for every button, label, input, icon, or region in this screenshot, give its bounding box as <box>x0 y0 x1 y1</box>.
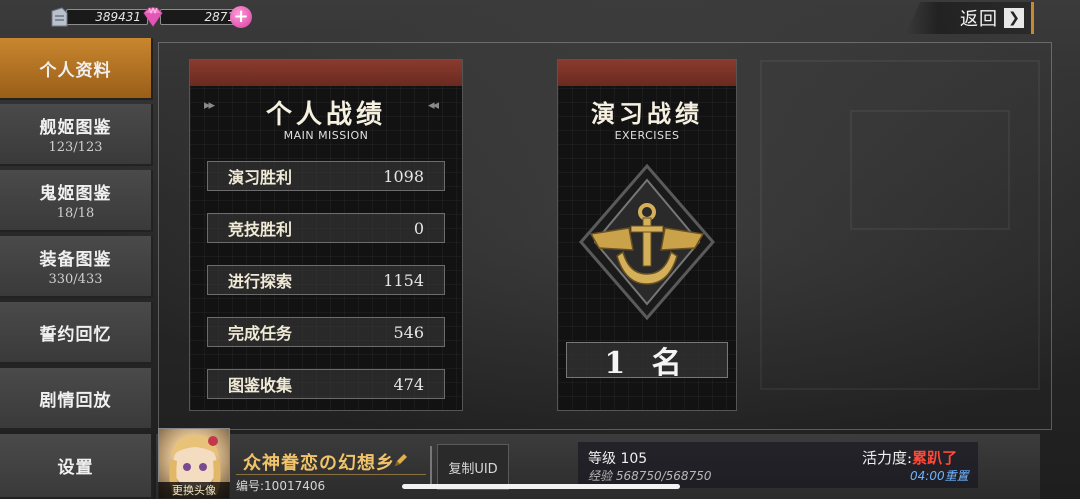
anchor-wings-emblem-icon <box>579 163 715 321</box>
exercise-record-title: 演习战绩 <box>591 99 703 128</box>
fuel-canister-icon <box>48 6 70 28</box>
sidebar-item-equipment-codex[interactable]: 装备图鉴 330/433 <box>0 236 153 298</box>
sidebar-item-label: 剧情回放 <box>39 390 112 411</box>
sidebar-item-label: 设置 <box>57 458 94 478</box>
stat-value: 1098 <box>383 166 424 186</box>
stat-label: 进行探索 <box>228 272 293 291</box>
back-label: 返回 <box>960 9 998 30</box>
decorative-arrows-icon: ▸▸ <box>204 98 215 113</box>
sidebar: 个人资料 舰姬图鉴 123/123 鬼姬图鉴 18/18 装备图鉴 330/43… <box>0 38 153 499</box>
home-indicator[interactable] <box>402 484 680 489</box>
player-uid: 编号:10017406 <box>236 479 326 493</box>
sidebar-item-count: 123/123 <box>48 140 103 155</box>
fuel-resource: 389431 <box>48 6 148 28</box>
sidebar-item-settings[interactable]: 设置 <box>0 434 153 499</box>
player-name: 众神眷恋の幻想乡 <box>243 453 395 474</box>
stat-row-missions-done: 完成任务 546 <box>207 317 445 347</box>
vitality-label: 活力度: <box>862 449 913 467</box>
player-level: 等级 105 <box>588 451 648 467</box>
panel-header-bar <box>190 60 462 86</box>
personal-record-subtitle: MAIN MISSION <box>283 129 369 142</box>
personal-record-title: 个人战绩 <box>265 100 386 130</box>
vitality-status: 活力度:累趴了 <box>862 447 957 468</box>
fuel-amount: 389431 <box>66 9 148 25</box>
sidebar-item-profile[interactable]: 个人资料 <box>0 38 153 100</box>
decorative-arrows-icon: ◂◂ <box>428 98 439 113</box>
back-accent-bar <box>1031 2 1034 34</box>
back-button[interactable]: 返回 ❯ <box>906 2 1034 34</box>
diamond-icon <box>140 6 166 28</box>
sidebar-item-count: 330/433 <box>48 272 103 287</box>
stat-label: 竞技胜利 <box>228 220 293 239</box>
stat-value: 474 <box>393 374 424 394</box>
sidebar-item-label: 舰姬图鉴 <box>39 118 112 138</box>
sidebar-item-label: 鬼姬图鉴 <box>39 184 112 204</box>
sidebar-item-label: 个人资料 <box>39 60 112 81</box>
exercise-rank: 1 名 <box>566 342 728 381</box>
stat-row-arena-wins: 竞技胜利 0 <box>207 213 445 243</box>
sidebar-item-ghostgirl-codex[interactable]: 鬼姬图鉴 18/18 <box>0 170 153 232</box>
divider <box>430 446 432 488</box>
top-bar: 389431 2871 + 返回 ❯ <box>0 0 1080 36</box>
sidebar-item-label: 装备图鉴 <box>39 250 112 270</box>
edit-name-icon[interactable] <box>393 452 409 468</box>
vitality-state: 累趴了 <box>912 449 958 467</box>
stat-value: 546 <box>393 322 424 342</box>
stat-row-explorations: 进行探索 1154 <box>207 265 445 295</box>
sidebar-item-oath-memories[interactable]: 誓约回忆 <box>0 302 153 364</box>
stat-value: 0 <box>413 218 424 238</box>
sidebar-item-story-replay[interactable]: 剧情回放 <box>0 368 153 430</box>
stat-label: 完成任务 <box>228 324 293 343</box>
change-avatar-button[interactable]: 更换头像 <box>158 482 230 499</box>
gem-resource: 2871 <box>140 6 242 28</box>
chevron-right-icon: ❯ <box>1004 8 1024 28</box>
add-gems-button[interactable]: + <box>230 6 252 28</box>
panel-header-bar <box>558 60 736 86</box>
sidebar-item-label: 誓约回忆 <box>39 324 112 345</box>
stat-value: 1154 <box>383 270 424 290</box>
sidebar-item-shipgirl-codex[interactable]: 舰姬图鉴 123/123 <box>0 104 153 166</box>
vitality-reset-time: 04:00重置 <box>910 469 969 483</box>
stat-label: 图鉴收集 <box>228 376 293 395</box>
name-underline <box>236 474 426 475</box>
stat-row-codex-collected: 图鉴收集 474 <box>207 369 445 399</box>
stat-row-exercise-wins: 演习胜利 1098 <box>207 161 445 191</box>
player-exp: 经验 568750/568750 <box>588 469 712 483</box>
sidebar-item-count: 18/18 <box>56 206 95 221</box>
plus-icon: + <box>233 6 249 27</box>
stat-label: 演习胜利 <box>228 168 293 187</box>
exercise-record-subtitle: EXERCISES <box>614 129 680 142</box>
